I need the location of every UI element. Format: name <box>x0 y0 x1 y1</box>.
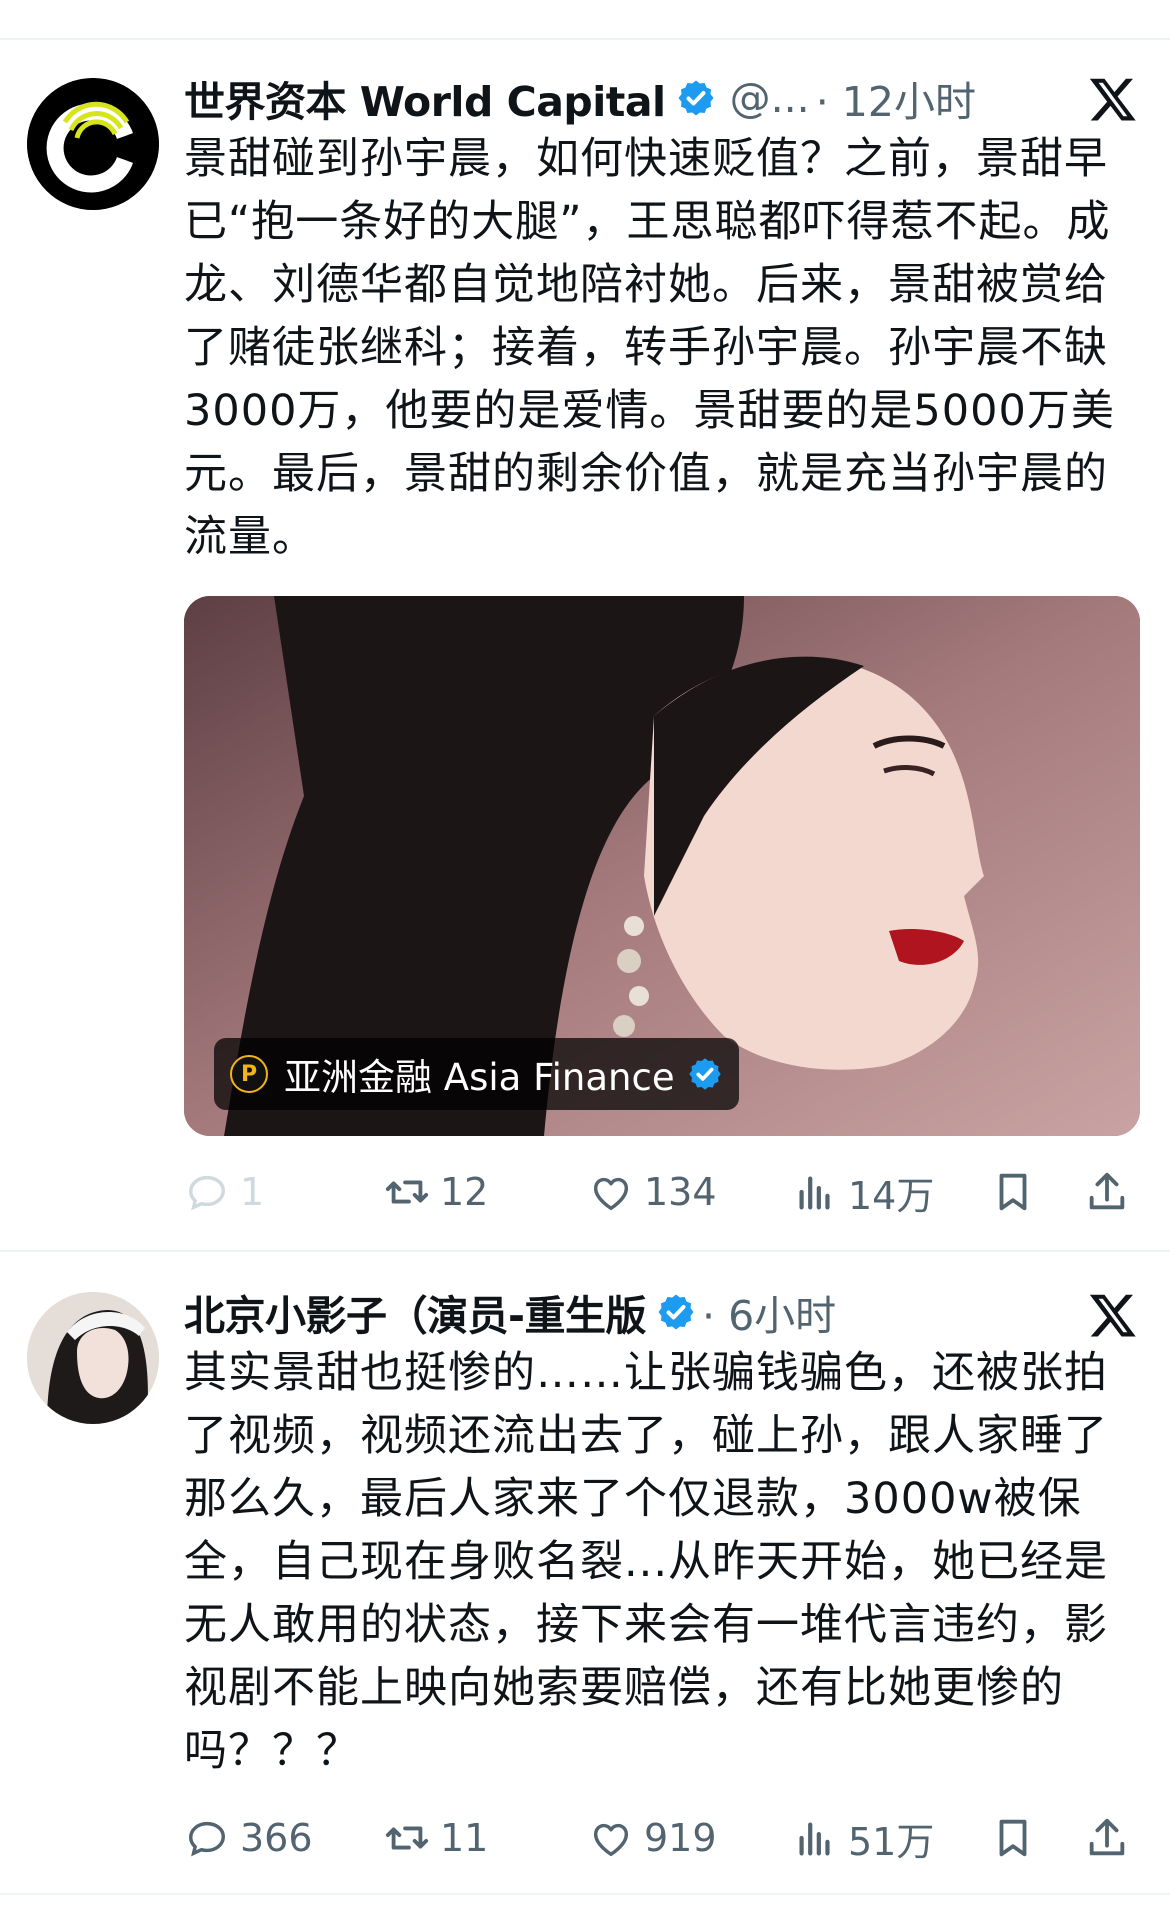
verified-badge-icon <box>678 80 714 116</box>
tweet-text: 其实景甜也挺惨的……让张骗钱骗色，还被张拍了视频，视频还流出去了，碰上孙，跟人家… <box>184 1348 1109 1776</box>
tweet-time[interactable]: · 6小时 <box>702 1282 836 1342</box>
like-icon <box>593 1177 629 1211</box>
views-button[interactable]: 51万 <box>792 1808 934 1868</box>
bookmark-icon <box>999 1173 1027 1211</box>
bookmark-button[interactable] <box>990 1162 1036 1222</box>
bottom-divider <box>0 1893 1170 1895</box>
repost-button[interactable]: 11 <box>384 1808 488 1868</box>
views-icon <box>799 1822 830 1856</box>
repost-count: 12 <box>440 1170 489 1214</box>
profile-photo <box>27 1292 159 1424</box>
x-logo-icon[interactable] <box>1088 74 1138 124</box>
bookmark-icon <box>999 1819 1027 1857</box>
reply-button[interactable]: 366 <box>184 1808 313 1868</box>
repost-count: 11 <box>440 1816 489 1860</box>
views-icon <box>799 1176 830 1210</box>
media-source-name: 亚洲金融 Asia Finance <box>284 1056 675 1099</box>
views-button[interactable]: 14万 <box>792 1162 934 1222</box>
repost-icon <box>385 1826 429 1850</box>
avatar[interactable] <box>27 1292 159 1424</box>
verified-badge-icon <box>688 1058 721 1090</box>
asia-finance-logo-icon: P <box>230 1055 268 1093</box>
tweet-world-capital[interactable]: 世界资本 World Capital @... · 12小时 景甜碰到孙宇晨，如… <box>0 0 1170 1250</box>
repost-button[interactable]: 12 <box>384 1162 488 1222</box>
like-button[interactable]: 919 <box>588 1808 717 1868</box>
like-icon <box>593 1823 629 1857</box>
avatar[interactable] <box>27 78 159 210</box>
share-icon <box>1089 1818 1125 1856</box>
world-capital-logo-icon <box>27 78 159 210</box>
tweet-text: 景甜碰到孙宇晨，如何快速贬值？之前，景甜早已“抱一条好的大腿”，王思聪都吓得惹不… <box>184 134 1115 562</box>
tweet-time[interactable]: · 12小时 <box>816 68 976 128</box>
share-button[interactable] <box>1084 1162 1130 1222</box>
tweet-header: 世界资本 World Capital @... · 12小时 <box>184 68 1140 128</box>
views-count: 14万 <box>848 1173 935 1218</box>
reply-icon <box>188 1175 226 1211</box>
bookmark-button[interactable] <box>990 1808 1036 1868</box>
media-source-badge[interactable]: P 亚洲金融 Asia Finance <box>214 1038 739 1110</box>
tweet-header: 北京小影子（演员-重生版 · 6小时 <box>184 1282 1140 1342</box>
like-button[interactable]: 134 <box>588 1162 717 1222</box>
like-count: 134 <box>644 1170 717 1214</box>
views-count: 51万 <box>848 1819 935 1864</box>
reply-button[interactable]: 1 <box>184 1162 264 1222</box>
reply-icon <box>188 1821 226 1857</box>
reply-count: 366 <box>240 1816 313 1860</box>
reply-count: 1 <box>240 1170 265 1214</box>
author-name[interactable]: 世界资本 World Capital <box>184 68 666 128</box>
tweet-beijing-xiaoyingzi[interactable]: 北京小影子（演员-重生版 · 6小时 其实景甜也挺惨的……让张骗钱骗色，还被张拍… <box>0 1252 1170 1892</box>
verified-badge-icon <box>658 1294 694 1330</box>
share-icon <box>1089 1172 1125 1210</box>
author-name[interactable]: 北京小影子（演员-重生版 <box>184 1282 647 1342</box>
x-logo-icon[interactable] <box>1088 1290 1138 1340</box>
repost-icon <box>385 1180 429 1204</box>
tweet-actions: 1 12 134 14万 <box>184 1162 1134 1222</box>
tweet-media[interactable]: P 亚洲金融 Asia Finance <box>184 596 1140 1136</box>
share-button[interactable] <box>1084 1808 1130 1868</box>
author-handle[interactable]: @... <box>730 74 810 122</box>
tweet-actions: 366 11 919 51万 <box>184 1808 1134 1868</box>
like-count: 919 <box>644 1816 717 1860</box>
